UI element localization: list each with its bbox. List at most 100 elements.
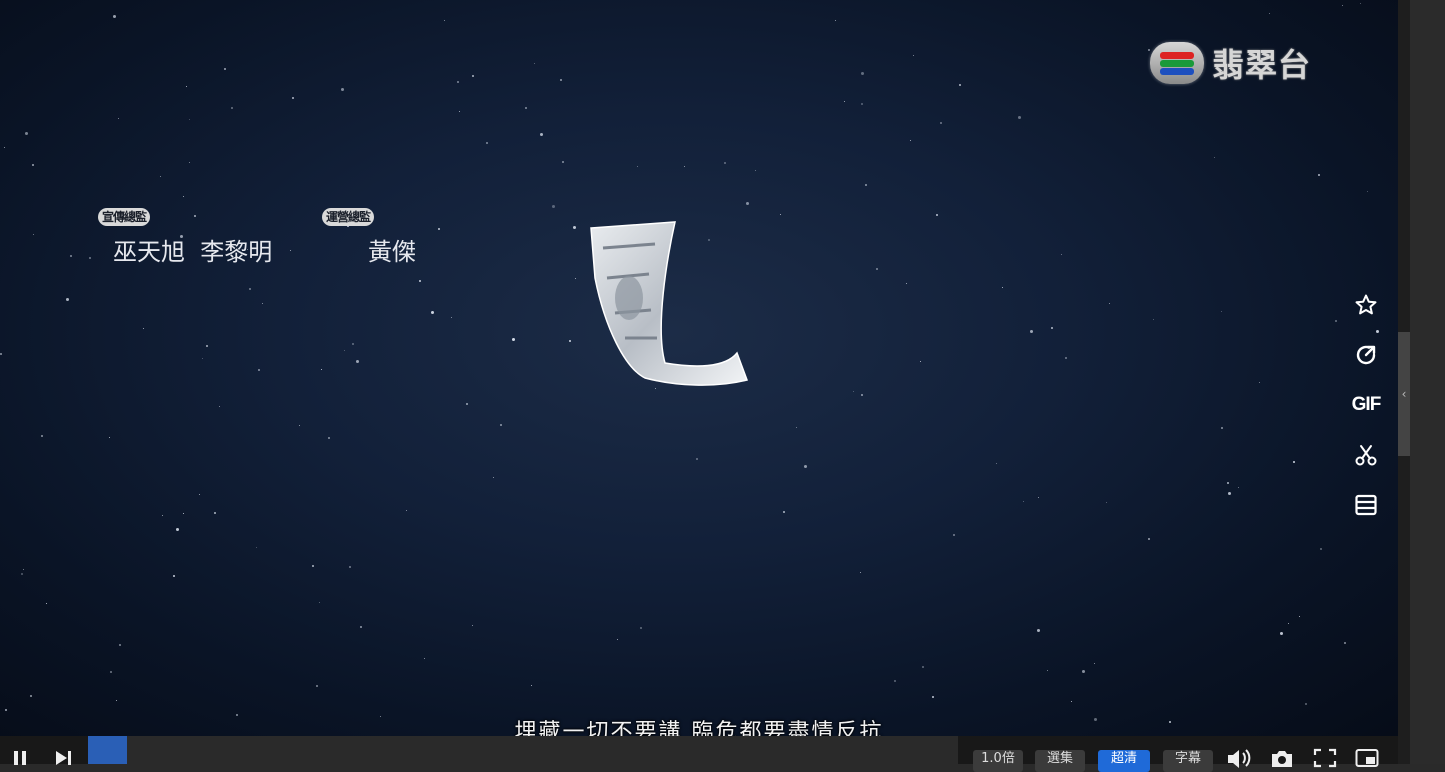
star-speck	[356, 360, 359, 363]
star-speck	[116, 700, 118, 702]
fullscreen-icon[interactable]	[1313, 748, 1337, 772]
star-speck	[292, 97, 294, 99]
star-speck	[913, 55, 915, 57]
star-speck	[258, 369, 260, 371]
scissors-icon[interactable]	[1350, 430, 1382, 480]
progress-track[interactable]	[88, 736, 958, 764]
star-speck	[861, 72, 864, 75]
list-icon[interactable]	[1350, 480, 1382, 530]
star-speck	[312, 565, 314, 567]
star-speck	[1065, 357, 1067, 359]
star-speck	[219, 406, 221, 408]
quality-button[interactable]: 超清	[1098, 750, 1150, 772]
star-speck	[1153, 319, 1155, 321]
tvb-logo-icon	[1150, 42, 1204, 84]
star-speck	[224, 68, 226, 70]
star-speck	[406, 510, 408, 512]
share-icon[interactable]	[1350, 330, 1382, 380]
star-speck	[431, 311, 434, 314]
star-speck	[459, 111, 461, 113]
chevron-left-icon[interactable]: ‹	[1399, 386, 1409, 402]
star-speck	[110, 671, 112, 673]
star-speck	[835, 20, 837, 22]
credit-role-publicity: 宣傳總監	[98, 208, 151, 226]
star-speck	[1030, 330, 1033, 333]
star-speck	[1342, 5, 1344, 7]
picture-in-picture-icon[interactable]	[1355, 748, 1379, 772]
credit-role-operations: 運營總監	[322, 208, 375, 226]
star-speck	[472, 75, 474, 77]
star-speck	[109, 437, 111, 439]
star-speck	[262, 303, 264, 305]
star-speck	[1221, 311, 1223, 313]
progress-played[interactable]	[88, 736, 127, 764]
star-speck	[183, 513, 185, 515]
star-speck	[186, 86, 188, 88]
star-icon[interactable]	[1350, 280, 1382, 330]
star-speck	[534, 63, 536, 65]
star-speck	[861, 394, 863, 396]
star-speck	[860, 572, 862, 574]
video-frame[interactable]: 翡翠台 宣傳總監 巫天旭 李黎明 運營總監 黃傑 埋藏一切不要講 臨危都要盡情反…	[0, 0, 1398, 736]
star-speck	[531, 685, 533, 687]
star-speck	[214, 512, 216, 514]
star-speck	[1221, 427, 1223, 429]
star-speck	[861, 103, 863, 105]
gif-button[interactable]: GIF	[1350, 380, 1382, 430]
star-speck	[21, 573, 23, 575]
star-speck	[1318, 174, 1320, 176]
star-speck	[231, 107, 233, 109]
star-speck	[894, 680, 896, 682]
star-speck	[316, 685, 318, 687]
star-speck	[920, 361, 922, 363]
next-icon[interactable]	[54, 748, 74, 770]
star-speck	[796, 427, 798, 429]
volume-icon[interactable]	[1226, 748, 1252, 772]
star-speck	[1259, 382, 1261, 384]
star-speck	[617, 639, 619, 641]
star-speck	[66, 298, 69, 301]
star-speck	[500, 424, 502, 426]
star-speck	[32, 164, 34, 166]
star-speck	[1002, 287, 1004, 289]
star-speck	[202, 358, 204, 360]
star-speck	[552, 205, 555, 208]
star-speck	[189, 162, 191, 164]
star-speck	[1082, 670, 1085, 673]
star-speck	[1106, 502, 1108, 504]
star-speck	[1238, 487, 1240, 489]
camera-icon[interactable]	[1270, 748, 1294, 772]
star-speck	[143, 328, 145, 330]
subtitles-button[interactable]: 字幕	[1163, 750, 1213, 772]
star-speck	[1051, 327, 1053, 329]
star-speck	[640, 627, 642, 629]
credit-names-publicity: 巫天旭 李黎明	[113, 238, 273, 266]
star-speck	[70, 255, 72, 257]
subtitle-text: 埋藏一切不要講 臨危都要盡情反抗	[514, 720, 884, 736]
star-speck	[936, 214, 938, 216]
star-speck	[249, 288, 251, 290]
star-speck	[746, 202, 749, 205]
star-speck	[321, 369, 323, 371]
star-speck	[352, 343, 354, 345]
star-speck	[1293, 461, 1295, 463]
star-speck	[189, 119, 191, 121]
pause-icon[interactable]	[12, 748, 30, 770]
star-speck	[1038, 497, 1040, 499]
episodes-button[interactable]: 選集	[1035, 750, 1085, 772]
star-speck	[319, 602, 321, 604]
star-speck	[1071, 701, 1073, 703]
speed-button[interactable]: 1.0倍	[973, 750, 1023, 772]
star-speck	[1280, 632, 1283, 635]
star-speck	[1061, 254, 1063, 256]
star-speck	[562, 161, 564, 163]
star-speck	[438, 228, 440, 230]
star-speck	[466, 403, 468, 405]
floating-banknote-image	[590, 221, 748, 386]
star-speck	[30, 695, 32, 697]
star-speck	[1227, 482, 1229, 484]
star-speck	[419, 280, 421, 282]
star-speck	[183, 196, 185, 198]
star-speck	[176, 528, 179, 531]
star-speck	[637, 166, 639, 168]
